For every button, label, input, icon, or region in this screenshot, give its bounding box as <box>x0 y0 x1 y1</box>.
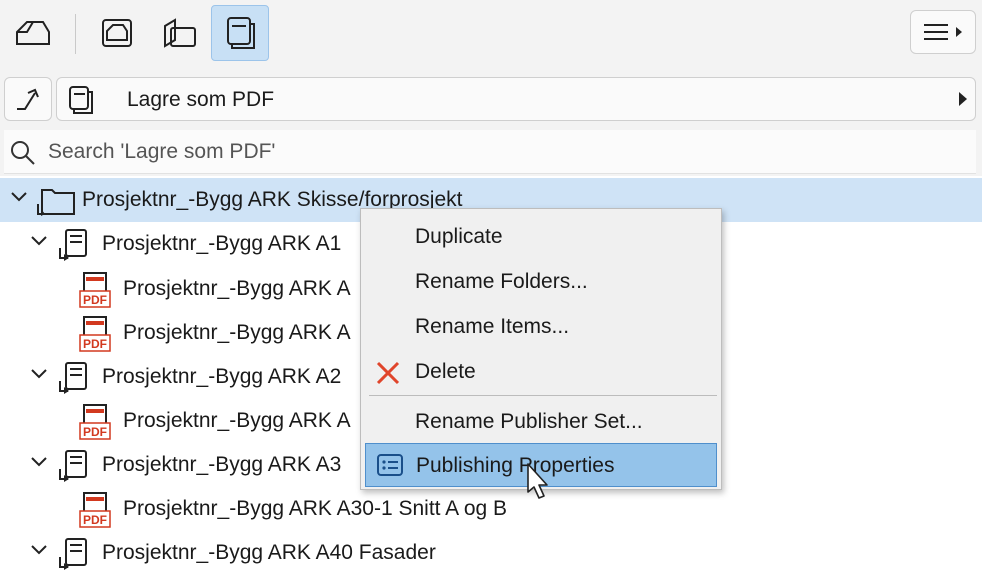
tree-item-label: Prosjektnr_-Bygg ARK A <box>123 409 351 432</box>
publisher-sets-button[interactable] <box>211 5 269 61</box>
project-map-icon <box>16 21 50 45</box>
menu-item-label: Delete <box>415 360 476 383</box>
pdf-file-icon: PDF <box>79 272 111 308</box>
tree-item-label: Prosjektnr_-Bygg ARK A40 Fasader <box>102 541 436 564</box>
menu-separator <box>369 395 717 396</box>
view-map-icon <box>102 19 132 47</box>
go-up-icon <box>17 88 39 110</box>
publisher-sets-icon <box>227 17 255 49</box>
subset-folder-icon <box>59 450 87 482</box>
pdf-file-icon: PDF <box>79 404 111 440</box>
chevron-down-icon[interactable] <box>30 455 48 469</box>
menu-item-delete[interactable]: Delete <box>365 350 717 394</box>
tree-item-label: Prosjektnr_-Bygg ARK A30-1 Snitt A og B <box>123 497 508 520</box>
menu-item-label: Rename Items... <box>415 315 570 338</box>
layout-book-button[interactable] <box>150 5 208 61</box>
layout-book-icon <box>164 18 196 48</box>
search-input[interactable] <box>48 136 948 168</box>
pdf-file-icon: PDF <box>79 316 111 352</box>
hamburger-menu-icon <box>924 24 962 40</box>
toolbar-divider <box>75 14 76 54</box>
publisher-sets-icon <box>65 84 97 121</box>
tree-row-subset[interactable]: Prosjektnr_-Bygg ARK A40 Fasader <box>0 531 982 575</box>
toolbar <box>0 0 982 70</box>
menu-item-rename-folders[interactable]: Rename Folders... <box>365 260 717 304</box>
project-map-button[interactable] <box>4 5 62 61</box>
options-menu-button[interactable] <box>910 10 976 54</box>
subset-folder-icon <box>59 229 87 261</box>
search-box <box>4 130 976 174</box>
chevron-down-icon[interactable] <box>30 234 48 248</box>
path-selector[interactable]: Lagre som PDF <box>56 77 976 121</box>
tree-item-label: Prosjektnr_-Bygg ARK A1 <box>102 232 342 255</box>
menu-item-rename-items[interactable]: Rename Items... <box>365 305 717 349</box>
chevron-down-icon[interactable] <box>30 367 48 381</box>
search-icon <box>10 140 36 171</box>
svg-text:PDF: PDF <box>83 425 107 439</box>
tree-row-pdf[interactable]: PDF Prosjektnr_-Bygg ARK A30-1 Snitt A o… <box>0 487 982 531</box>
go-up-button[interactable] <box>4 77 52 121</box>
folder-icon <box>37 189 75 216</box>
path-label: Lagre som PDF <box>127 88 275 111</box>
mouse-cursor-icon <box>527 463 548 499</box>
tree-item-label: Prosjektnr_-Bygg ARK A <box>123 321 351 344</box>
menu-item-label: Duplicate <box>415 225 503 248</box>
chevron-down-icon[interactable] <box>30 543 48 557</box>
delete-x-icon <box>376 361 400 385</box>
context-menu: Duplicate Rename Folders... Rename Items… <box>360 208 722 490</box>
menu-item-duplicate[interactable]: Duplicate <box>365 215 717 259</box>
subset-folder-icon <box>59 362 87 394</box>
chevron-right-icon <box>959 92 967 106</box>
pdf-file-icon: PDF <box>79 492 111 528</box>
tree-item-label: Prosjektnr_-Bygg ARK A3 <box>102 453 342 476</box>
menu-item-label: Rename Folders... <box>415 270 588 293</box>
view-map-button[interactable] <box>88 5 146 61</box>
subset-folder-icon <box>59 538 87 570</box>
menu-item-label: Publishing Properties <box>416 454 615 477</box>
svg-text:PDF: PDF <box>83 513 107 527</box>
svg-text:PDF: PDF <box>83 293 107 307</box>
menu-item-rename-publisher-set[interactable]: Rename Publisher Set... <box>365 400 717 444</box>
properties-icon <box>377 454 403 476</box>
chevron-down-icon[interactable] <box>10 190 28 204</box>
tree-item-label: Prosjektnr_-Bygg ARK A <box>123 277 351 300</box>
tree-item-label: Prosjektnr_-Bygg ARK A2 <box>102 365 342 388</box>
menu-item-label: Rename Publisher Set... <box>415 410 643 433</box>
svg-text:PDF: PDF <box>83 337 107 351</box>
